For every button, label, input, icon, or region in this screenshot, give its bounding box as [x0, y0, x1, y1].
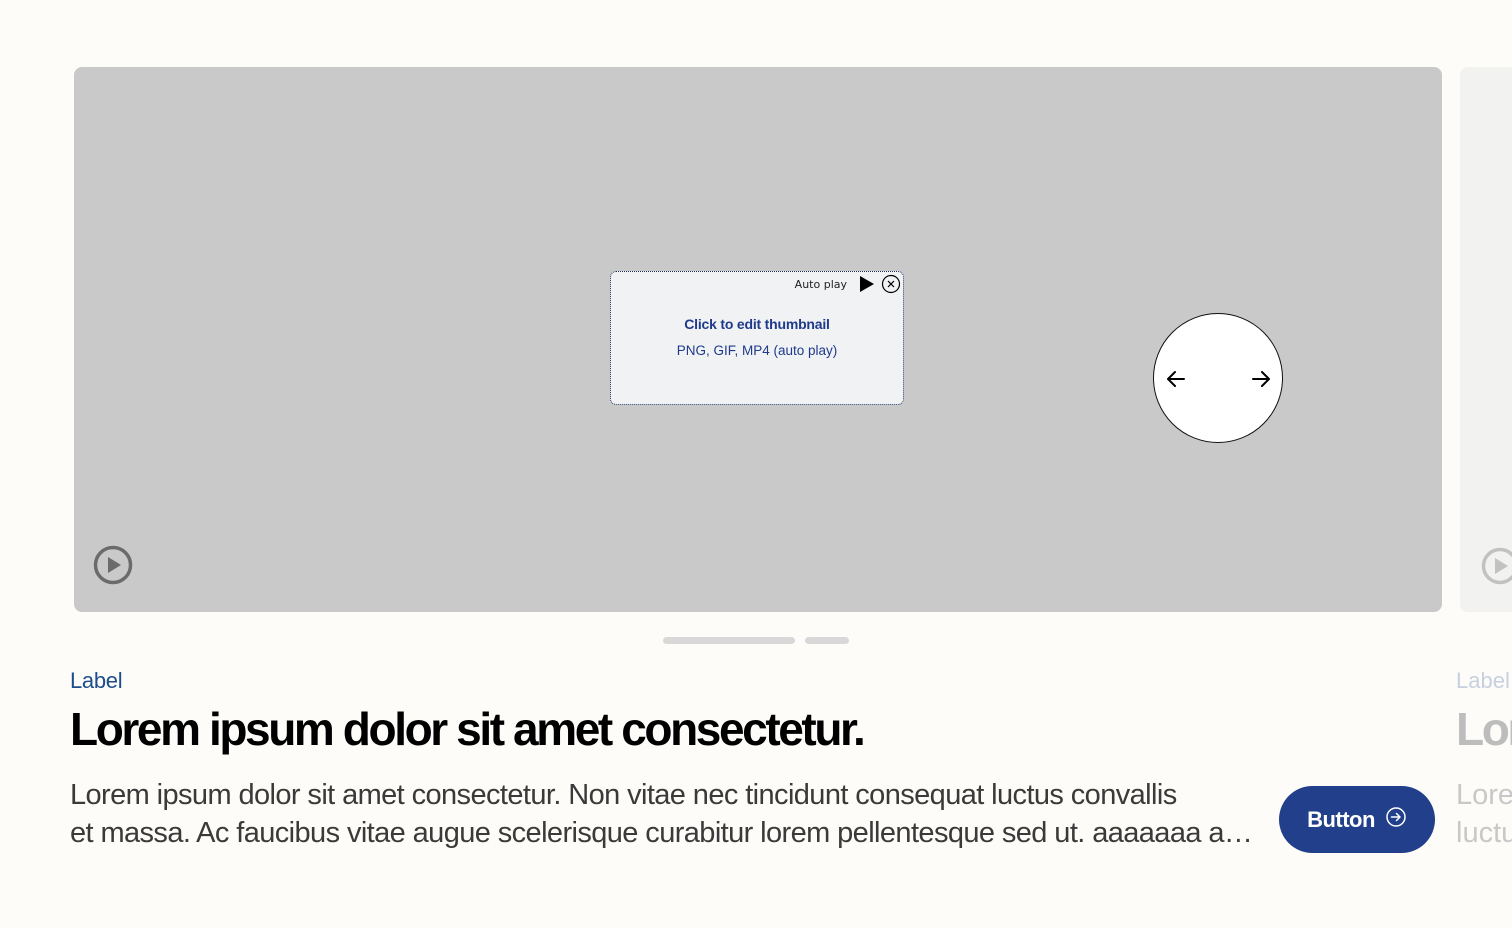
pagination-dot-active[interactable] — [663, 637, 795, 644]
thumbnail-title[interactable]: Click to edit thumbnail — [611, 316, 903, 332]
close-circle-icon[interactable] — [881, 274, 901, 294]
play-triangle-icon[interactable] — [859, 275, 875, 293]
arrow-left-icon[interactable] — [1165, 368, 1187, 390]
slide-media: Auto play Click to edit thumbnail PNG, G… — [74, 67, 1442, 612]
arrow-right-icon[interactable] — [1250, 368, 1272, 390]
slide-body-line: Lorem ipsum dolor sit amet consectetur. … — [70, 779, 1177, 811]
next-slide-label: Label — [1456, 668, 1510, 693]
cta-button-label: Button — [1307, 806, 1375, 832]
carousel-page: Auto play Click to edit thumbnail PNG, G… — [0, 0, 1512, 928]
next-slide-body-line: Lore — [1456, 779, 1512, 811]
next-slide-headline: Lor — [1456, 703, 1512, 755]
slide-body: Lorem ipsum dolor sit amet consectetur. … — [70, 776, 1256, 852]
cta-button[interactable]: Button — [1279, 786, 1435, 853]
autoplay-label: Auto play — [794, 277, 847, 291]
thumbnail-formats: PNG, GIF, MP4 (auto play) — [676, 343, 838, 358]
slide-body-line: et massa. Ac faucibus vitae augue sceler… — [70, 817, 1256, 849]
slide-label: Label — [70, 668, 123, 693]
next-slide-body: Lore luctu — [1456, 776, 1512, 852]
thumbnail-editor[interactable]: Auto play Click to edit thumbnail PNG, G… — [610, 271, 904, 405]
arrow-right-circle-icon — [1385, 806, 1407, 833]
thumbnail-toolbar: Auto play — [795, 274, 901, 294]
play-circle-icon[interactable] — [92, 544, 134, 586]
carousel-pagination — [663, 637, 849, 644]
play-circle-icon — [1480, 546, 1512, 586]
next-slide-body-line: luctu — [1456, 817, 1512, 849]
next-slide-media[interactable] — [1460, 67, 1512, 612]
slide-headline: Lorem ipsum dolor sit amet consectetur. — [70, 703, 866, 755]
carousel-nav — [1153, 313, 1283, 443]
pagination-dot[interactable] — [805, 637, 849, 644]
